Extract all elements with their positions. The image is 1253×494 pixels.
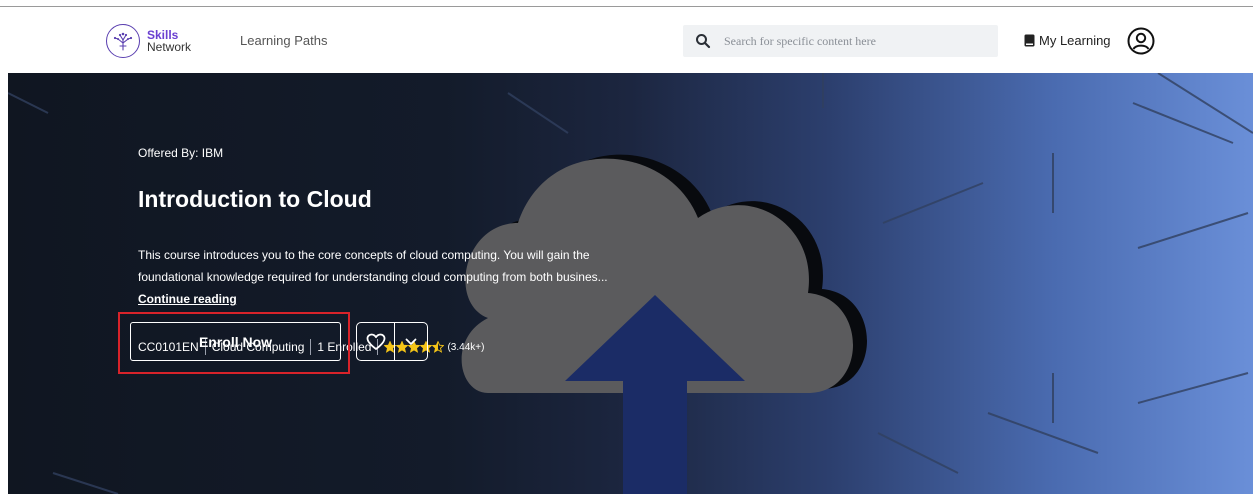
book-icon <box>1024 34 1035 47</box>
course-title: Introduction to Cloud <box>138 186 372 212</box>
offered-by: Offered By: IBM <box>138 146 224 160</box>
search-icon <box>696 34 711 49</box>
nav-learning-paths[interactable]: Learning Paths <box>240 33 327 48</box>
logo-line2: Network <box>147 40 192 54</box>
course-hero-banner: Offered By: IBM Introduction to Cloud Th… <box>8 73 1253 494</box>
skills-network-logo[interactable]: Skills Network <box>106 24 191 58</box>
heart-icon <box>366 333 385 350</box>
top-navbar: Skills Network Learning Paths My Learnin… <box>0 7 1253 73</box>
save-options-group <box>356 322 428 361</box>
search-input[interactable] <box>722 32 986 50</box>
star-icon <box>432 341 445 353</box>
logo-wordmark: Skills Network <box>147 29 191 53</box>
favorite-button[interactable] <box>357 323 395 360</box>
rating-count: (3.44k+) <box>447 341 485 353</box>
course-description-line: foundational knowledge required for unde… <box>138 270 608 284</box>
search-bar[interactable] <box>683 25 998 57</box>
skills-network-tree-icon <box>106 24 140 58</box>
my-learning-link[interactable]: My Learning <box>1024 33 1111 48</box>
more-options-dropdown[interactable] <box>395 323 427 360</box>
enroll-now-button[interactable]: Enroll Now <box>130 322 341 361</box>
course-description-line: This course introduces you to the core c… <box>138 248 590 262</box>
continue-reading-link[interactable]: Continue reading <box>138 292 237 306</box>
chevron-down-icon <box>405 338 417 345</box>
my-learning-label: My Learning <box>1039 33 1111 48</box>
user-avatar-icon[interactable] <box>1127 27 1155 55</box>
course-description: This course introduces you to the core c… <box>138 244 678 288</box>
